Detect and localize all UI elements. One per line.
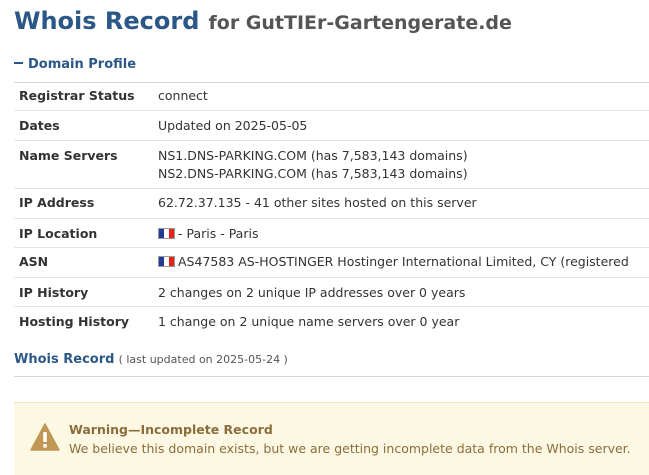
row-label: IP Location	[19, 226, 98, 241]
row-value: AS47583 AS-HOSTINGER Hostinger Internati…	[158, 253, 649, 277]
row-ip-history: IP History 2 changes on 2 unique IP addr…	[14, 278, 649, 307]
whois-record-heading[interactable]: Whois Record	[14, 352, 114, 367]
collapse-minus-icon[interactable]	[14, 61, 23, 64]
name-server-1: NS1.DNS-PARKING.COM (has 7,583,143 domai…	[158, 148, 468, 163]
row-ip-location: IP Location - Paris - Paris	[14, 219, 649, 248]
domain-profile-toggle[interactable]: Domain Profile	[14, 57, 649, 83]
whois-page: Whois Record for GutTIEr-Gartengerate.de…	[0, 0, 649, 475]
title-domain: for GutTIEr-Gartengerate.de	[208, 12, 512, 34]
row-value: 1 change on 2 unique name servers over 0…	[158, 314, 460, 329]
row-value: connect	[158, 88, 208, 103]
whois-last-updated: ( last updated on 2025-05-24 )	[118, 353, 288, 366]
warning-triangle-icon	[30, 423, 60, 451]
row-ip-address: IP Address 62.72.37.135 - 41 other sites…	[14, 189, 649, 219]
row-asn: ASN AS47583 AS-HOSTINGER Hostinger Inter…	[14, 248, 649, 278]
whois-record-section: Whois Record ( last updated on 2025-05-2…	[14, 352, 649, 377]
title-main: Whois Record	[14, 7, 200, 35]
name-server-2: NS2.DNS-PARKING.COM (has 7,583,143 domai…	[158, 166, 468, 181]
row-value: 2 changes on 2 unique IP addresses over …	[158, 285, 466, 300]
divider	[14, 376, 649, 377]
warning-title: Warning—Incomplete Record	[69, 422, 273, 437]
row-value: NS1.DNS-PARKING.COM (has 7,583,143 domai…	[158, 147, 649, 188]
row-dates: Dates Updated on 2025-05-05	[14, 111, 649, 141]
row-label: Registrar Status	[19, 88, 135, 103]
domain-profile-table: Registrar Status connect Dates Updated o…	[14, 82, 649, 337]
incomplete-record-warning: Warning—Incomplete Record We believe thi…	[14, 402, 649, 475]
row-registrar-status: Registrar Status connect	[14, 82, 649, 111]
row-label: Dates	[19, 118, 60, 133]
ip-location-text: - Paris - Paris	[178, 226, 259, 241]
row-value: - Paris - Paris	[158, 225, 649, 247]
france-flag-icon	[158, 228, 175, 239]
asn-text: AS47583 AS-HOSTINGER Hostinger Internati…	[178, 254, 629, 269]
row-name-servers: Name Servers NS1.DNS-PARKING.COM (has 7,…	[14, 141, 649, 189]
warning-message: We believe this domain exists, but we ar…	[69, 441, 631, 456]
page-title: Whois Record for GutTIEr-Gartengerate.de	[14, 7, 512, 35]
domain-profile-heading: Domain Profile	[28, 57, 137, 72]
france-flag-icon	[158, 256, 175, 267]
row-label: IP History	[19, 285, 89, 300]
row-label: IP Address	[19, 195, 95, 210]
row-value: 62.72.37.135 - 41 other sites hosted on …	[158, 195, 477, 210]
row-hosting-history: Hosting History 1 change on 2 unique nam…	[14, 307, 649, 337]
row-label: ASN	[19, 254, 49, 269]
row-label: Hosting History	[19, 314, 130, 329]
row-label: Name Servers	[19, 148, 118, 163]
row-value: Updated on 2025-05-05	[158, 118, 308, 133]
